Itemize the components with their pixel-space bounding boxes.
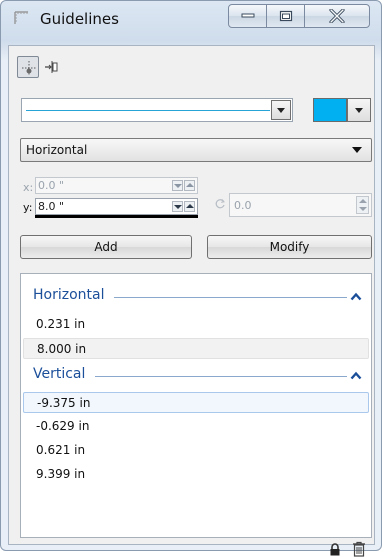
- guidelines-panel: Horizontal x: 0.0 " y: 8.0 " 0.0 Add Mod…: [8, 45, 375, 557]
- x-coordinate-input[interactable]: 0.0 ": [35, 177, 198, 194]
- line-color-dropdown-button[interactable]: [347, 98, 371, 122]
- guideline-tool-icon: [22, 61, 36, 75]
- angle-value: 0.0: [234, 199, 252, 212]
- angle-spinner[interactable]: [356, 196, 369, 214]
- chevron-up-icon[interactable]: [350, 371, 362, 380]
- maximize-icon: [279, 10, 292, 22]
- list-item[interactable]: 9.399 in: [23, 464, 369, 485]
- minimize-icon: [241, 13, 254, 18]
- horizontal-group-title: Horizontal: [33, 287, 115, 303]
- guideline-tool-button[interactable]: [17, 56, 39, 78]
- vertical-group-title: Vertical: [33, 366, 96, 382]
- guide-position: 8.000 in: [37, 342, 87, 356]
- title-bar[interactable]: Guidelines: [1, 1, 381, 37]
- maximize-button[interactable]: [266, 4, 305, 28]
- close-button[interactable]: [304, 4, 370, 28]
- line-color-swatch[interactable]: [313, 98, 347, 122]
- line-color-dropdown[interactable]: [313, 98, 371, 122]
- list-item[interactable]: -9.375 in: [23, 392, 369, 413]
- guide-position: 0.231 in: [36, 317, 86, 331]
- orientation-select[interactable]: Horizontal: [20, 138, 372, 162]
- snap-to-guide-icon: [45, 61, 58, 73]
- list-item[interactable]: -0.629 in: [23, 416, 369, 437]
- vertical-group-header[interactable]: Vertical: [21, 366, 371, 386]
- list-item[interactable]: 8.000 in: [23, 338, 369, 359]
- line-style-sample: [26, 110, 270, 111]
- guidelines-app-icon: [14, 11, 28, 24]
- modify-button[interactable]: Modify: [207, 235, 372, 259]
- angle-input[interactable]: 0.0: [229, 193, 372, 217]
- snap-to-guide-button[interactable]: [41, 56, 63, 78]
- guide-position: -0.629 in: [36, 419, 90, 433]
- horizontal-group-header[interactable]: Horizontal: [21, 287, 371, 307]
- y-spin-down-button[interactable]: [172, 201, 183, 212]
- guidelines-list: Horizontal 0.231 in 8.000 in Vertical -9…: [20, 273, 372, 538]
- x-coordinate-label: x:: [23, 181, 34, 194]
- x-spin-down-button[interactable]: [172, 180, 183, 191]
- window-title: Guidelines: [40, 10, 119, 28]
- x-coordinate-value: 0.0 ": [38, 179, 65, 192]
- list-item[interactable]: 0.231 in: [23, 314, 369, 335]
- y-spin-up-button[interactable]: [184, 201, 195, 212]
- rotate-icon: [215, 199, 225, 209]
- y-coordinate-value: 8.0 ": [38, 200, 65, 213]
- trash-icon[interactable]: [352, 541, 366, 557]
- list-item[interactable]: 0.621 in: [23, 440, 369, 461]
- line-style-dropdown-button[interactable]: [271, 100, 291, 120]
- guide-position: -9.375 in: [37, 396, 91, 410]
- close-icon: [329, 9, 345, 23]
- lock-icon[interactable]: [329, 543, 341, 556]
- minimize-button[interactable]: [228, 4, 267, 28]
- chevron-up-icon[interactable]: [350, 292, 362, 301]
- chevron-down-icon: [352, 147, 362, 153]
- guidelines-window: Guidelines Horizontal x: 0.0 " y: 8.0 " …: [0, 0, 382, 557]
- orientation-selected-value: Horizontal: [26, 143, 88, 157]
- x-spin-up-button[interactable]: [184, 180, 195, 191]
- add-button[interactable]: Add: [20, 235, 192, 259]
- guide-position: 0.621 in: [36, 443, 86, 457]
- guide-position: 9.399 in: [36, 467, 86, 481]
- line-style-dropdown[interactable]: [21, 98, 293, 122]
- y-coordinate-label: y:: [23, 201, 33, 214]
- y-coordinate-input[interactable]: 8.0 ": [35, 198, 198, 218]
